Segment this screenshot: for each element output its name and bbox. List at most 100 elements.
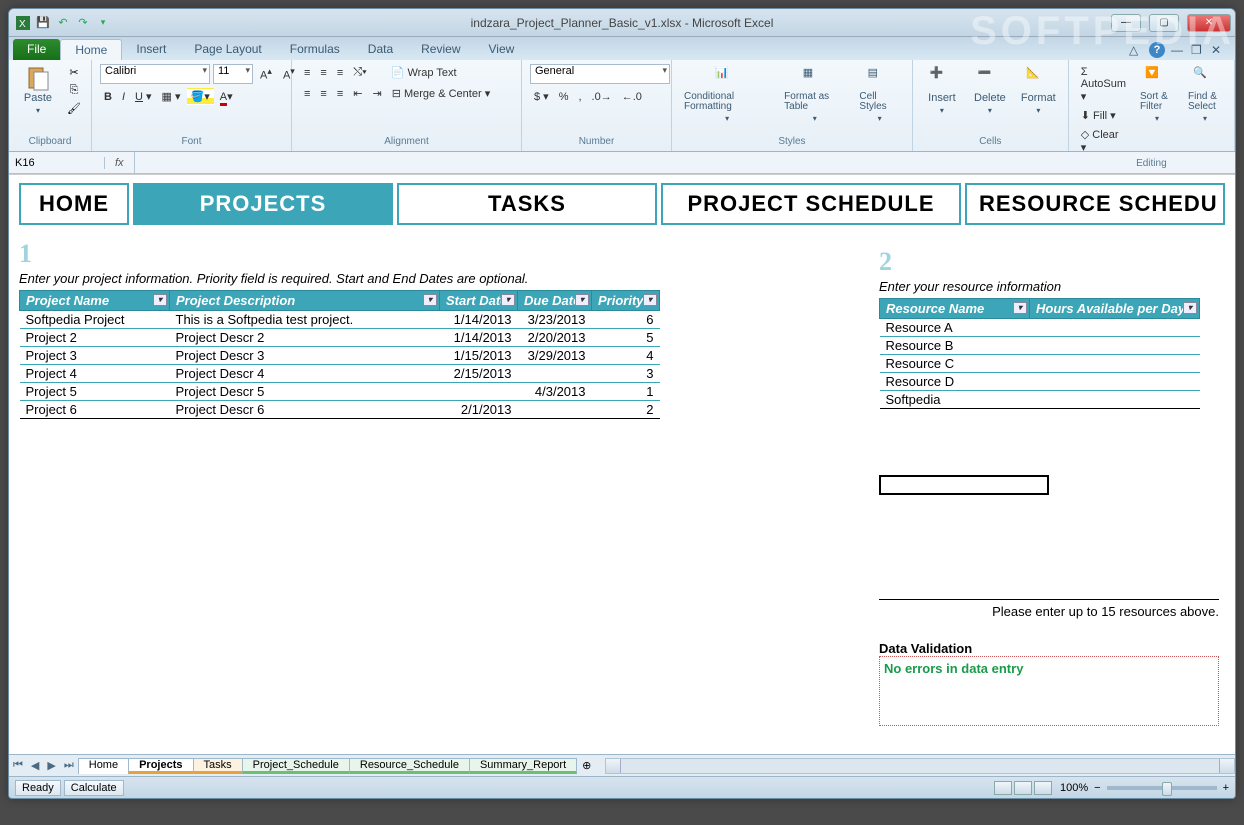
find-select-button[interactable]: 🔍Find & Select▾ — [1184, 64, 1226, 125]
zoom-in-button[interactable]: + — [1223, 782, 1229, 794]
tab-data[interactable]: Data — [354, 39, 407, 60]
format-cells-button[interactable]: 📐Format▾ — [1017, 64, 1060, 117]
name-box[interactable]: K16 — [9, 157, 105, 169]
tab-page-layout[interactable]: Page Layout — [180, 39, 275, 60]
currency-icon[interactable]: $ ▾ — [530, 88, 553, 105]
underline-button[interactable]: U ▾ — [131, 88, 156, 105]
minimize-ribbon-icon[interactable]: △ — [1129, 43, 1143, 57]
formula-input[interactable] — [134, 152, 1235, 173]
sheet-tab-home[interactable]: Home — [78, 758, 129, 774]
format-as-table-button[interactable]: ▦Format as Table▾ — [780, 64, 849, 125]
table-row[interactable]: Resource C — [880, 355, 1200, 373]
nav-projects[interactable]: PROJECTS — [133, 183, 393, 225]
cut-icon[interactable]: ✂ — [65, 64, 83, 80]
font-color-button[interactable]: A▾ — [216, 88, 237, 105]
decrease-indent-icon[interactable]: ⇤ — [349, 85, 366, 102]
projects-table[interactable]: Project Name▾ Project Description▾ Start… — [19, 290, 660, 419]
file-tab[interactable]: File — [13, 39, 60, 60]
sheet-tab-projects[interactable]: Projects — [128, 758, 193, 774]
copy-icon[interactable]: ⎘ — [65, 82, 83, 98]
orientation-icon[interactable]: ⤭▾ — [349, 64, 370, 81]
table-row[interactable]: Project 2Project Descr 21/14/20132/20/20… — [20, 329, 660, 347]
align-top-icon[interactable]: ≡ — [300, 65, 314, 81]
sheet-tab-tasks[interactable]: Tasks — [193, 758, 243, 774]
close-button[interactable]: ✕ — [1187, 14, 1231, 32]
wbk-close-icon[interactable]: ✕ — [1211, 43, 1225, 57]
tab-prev-icon[interactable]: ◀ — [27, 759, 43, 772]
sheet-tab-project_schedule[interactable]: Project_Schedule — [242, 758, 350, 774]
font-size-combo[interactable]: 11 — [213, 64, 253, 84]
selected-cell[interactable] — [879, 475, 1049, 495]
clear-button[interactable]: ◇ Clear ▾ — [1077, 126, 1130, 156]
table-row[interactable]: Project 4Project Descr 42/15/20133 — [20, 365, 660, 383]
redo-icon[interactable]: ↷ — [75, 15, 91, 31]
table-row[interactable]: Resource D — [880, 373, 1200, 391]
fill-button[interactable]: ⬇ Fill ▾ — [1077, 107, 1130, 124]
tab-first-icon[interactable]: ⏮ — [9, 759, 27, 772]
view-normal-icon[interactable] — [994, 781, 1012, 795]
italic-button[interactable]: I — [118, 89, 129, 105]
sheet-tab-summary_report[interactable]: Summary_Report — [469, 758, 577, 774]
status-calculate[interactable]: Calculate — [64, 780, 124, 796]
font-name-combo[interactable]: Calibri — [100, 64, 210, 84]
table-row[interactable]: Softpedia ProjectThis is a Softpedia tes… — [20, 311, 660, 329]
increase-indent-icon[interactable]: ⇥ — [368, 85, 385, 102]
align-middle-icon[interactable]: ≡ — [316, 65, 330, 81]
merge-center-button[interactable]: ⊟ Merge & Center ▾ — [388, 85, 495, 102]
autosum-button[interactable]: Σ AutoSum ▾ — [1077, 64, 1130, 105]
tab-last-icon[interactable]: ⏭ — [60, 759, 78, 772]
view-layout-icon[interactable] — [1014, 781, 1032, 795]
filter-dropdown-icon[interactable]: ▾ — [1183, 302, 1197, 314]
increase-decimal-icon[interactable]: .0→ — [588, 89, 616, 105]
tab-view[interactable]: View — [475, 39, 529, 60]
tab-home[interactable]: Home — [60, 39, 122, 60]
decrease-decimal-icon[interactable]: ←.0 — [618, 89, 646, 105]
tab-formulas[interactable]: Formulas — [276, 39, 354, 60]
minimize-button[interactable]: — — [1111, 14, 1141, 32]
tab-next-icon[interactable]: ▶ — [43, 759, 59, 772]
new-sheet-icon[interactable]: ⊕ — [576, 759, 597, 772]
nav-tasks[interactable]: TASKS — [397, 183, 657, 225]
increase-font-icon[interactable]: A▴ — [256, 64, 276, 84]
view-pagebreak-icon[interactable] — [1034, 781, 1052, 795]
filter-dropdown-icon[interactable]: ▾ — [501, 294, 515, 306]
number-format-combo[interactable]: General — [530, 64, 670, 84]
tab-review[interactable]: Review — [407, 39, 474, 60]
table-row[interactable]: Project 5Project Descr 54/3/20131 — [20, 383, 660, 401]
save-icon[interactable]: 💾 — [35, 15, 51, 31]
paste-button[interactable]: Paste ▾ — [17, 64, 59, 117]
delete-cells-button[interactable]: ➖Delete▾ — [969, 64, 1011, 117]
sort-filter-button[interactable]: 🔽Sort & Filter▾ — [1136, 64, 1178, 125]
wbk-restore-icon[interactable]: ❐ — [1191, 43, 1205, 57]
wrap-text-button[interactable]: 📄 Wrap Text — [387, 64, 461, 81]
align-center-icon[interactable]: ≡ — [316, 86, 330, 102]
filter-dropdown-icon[interactable]: ▾ — [643, 294, 657, 306]
border-button[interactable]: ▦ ▾ — [158, 88, 185, 105]
qat-dropdown-icon[interactable]: ▾ — [95, 15, 111, 31]
tab-insert[interactable]: Insert — [122, 39, 180, 60]
filter-dropdown-icon[interactable]: ▾ — [575, 294, 589, 306]
filter-dropdown-icon[interactable]: ▾ — [423, 294, 437, 306]
format-painter-icon[interactable]: 🖌 — [65, 100, 83, 116]
resources-table[interactable]: Resource Name▾ Hours Available per Day▾ … — [879, 298, 1200, 409]
comma-icon[interactable]: , — [574, 89, 585, 105]
maximize-button[interactable]: ▢ — [1149, 14, 1179, 32]
horizontal-scrollbar[interactable] — [605, 758, 1235, 774]
table-row[interactable]: Resource B — [880, 337, 1200, 355]
percent-icon[interactable]: % — [555, 89, 573, 105]
table-row[interactable]: Resource A — [880, 319, 1200, 337]
fill-color-button[interactable]: 🪣▾ — [187, 88, 214, 105]
fx-button[interactable]: fx — [105, 157, 134, 169]
undo-icon[interactable]: ↶ — [55, 15, 71, 31]
conditional-formatting-button[interactable]: 📊Conditional Formatting▾ — [680, 64, 774, 125]
wbk-minimize-icon[interactable]: — — [1171, 43, 1185, 57]
nav-home[interactable]: HOME — [19, 183, 129, 225]
align-left-icon[interactable]: ≡ — [300, 86, 314, 102]
table-row[interactable]: Project 3Project Descr 31/15/20133/29/20… — [20, 347, 660, 365]
filter-dropdown-icon[interactable]: ▾ — [1013, 302, 1027, 314]
nav-resource-schedule[interactable]: RESOURCE SCHEDU — [965, 183, 1225, 225]
filter-dropdown-icon[interactable]: ▾ — [153, 294, 167, 306]
zoom-level[interactable]: 100% — [1060, 782, 1088, 794]
worksheet[interactable]: HOME PROJECTS TASKS PROJECT SCHEDULE RES… — [9, 174, 1235, 754]
align-bottom-icon[interactable]: ≡ — [333, 65, 347, 81]
